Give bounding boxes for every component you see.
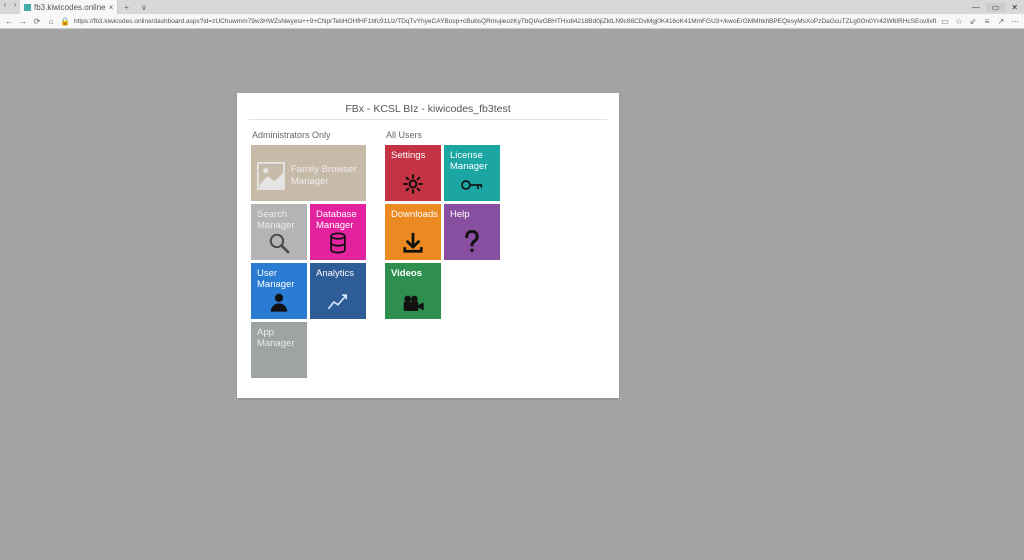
tile-analytics[interactable]: Analytics [310,263,366,319]
tile-settings[interactable]: Settings [385,145,441,201]
tile-label: User Manager [257,268,303,291]
tab-next[interactable]: › [10,0,20,14]
database-icon [310,232,366,254]
person-icon [251,291,307,313]
download-icon [385,232,441,254]
admin-heading: Administrators Only [252,130,371,140]
dashboard-panel: FBx - KCSL BIz - kiwicodes_fb3test Admin… [237,93,619,398]
users-column: All Users Settings License Manager Downl… [385,130,505,378]
tab-strip: ‹ › fb3.kiwicodes.online × + ∨ — ▭ ✕ [0,0,1024,14]
tile-label: Family Browser Manager [291,164,362,187]
favorites-icon[interactable]: ⇙ [968,17,978,26]
tile-user-manager[interactable]: User Manager [251,263,307,319]
magnifier-icon [251,232,307,254]
admin-column: Administrators Only Family Browser Manag… [251,130,371,378]
forward-button[interactable]: → [18,17,28,26]
tile-label: Database Manager [316,209,362,232]
analytics-icon [310,291,366,313]
gear-icon [385,173,441,195]
picture-icon [257,162,285,190]
tab-title: fb3.kiwicodes.online [34,3,106,12]
url-field[interactable]: https://fb3.kiwicodes.online/dashboard.a… [74,18,936,25]
browser-tab[interactable]: fb3.kiwicodes.online × [20,0,118,14]
refresh-button[interactable]: ⟳ [32,17,42,26]
tile-label: Help [450,209,496,220]
tile-label: License Manager [450,150,496,173]
tile-label: Downloads [391,209,437,220]
tile-search-manager[interactable]: Search Manager [251,204,307,260]
tile-label: Search Manager [257,209,303,232]
favicon-icon [24,4,31,11]
close-button[interactable]: ✕ [1005,3,1024,12]
tile-database-manager[interactable]: Database Manager [310,204,366,260]
tab-prev[interactable]: ‹ [0,0,10,14]
tile-license-manager[interactable]: License Manager [444,145,500,201]
maximize-button[interactable]: ▭ [986,3,1006,12]
tile-label: Analytics [316,268,362,279]
minimize-button[interactable]: — [966,3,986,12]
tab-close-icon[interactable]: × [109,3,114,12]
users-heading: All Users [386,130,505,140]
divider [249,119,607,120]
share-icon[interactable]: ↗ [996,17,1006,26]
more-icon[interactable]: ⋯ [1010,17,1020,26]
tile-help[interactable]: Help [444,204,500,260]
lock-icon: 🔒 [60,17,70,26]
tile-family-browser-manager[interactable]: Family Browser Manager [251,145,366,201]
tile-videos[interactable]: Videos [385,263,441,319]
reader-icon[interactable]: ▭ [940,17,950,26]
tab-menu[interactable]: ∨ [135,0,153,14]
key-icon [444,175,500,195]
tile-label: Videos [391,268,437,279]
tile-app-manager[interactable]: App Manager [251,322,307,378]
page-title: FBx - KCSL BIz - kiwicodes_fb3test [237,103,619,115]
browser-chrome: ‹ › fb3.kiwicodes.online × + ∨ — ▭ ✕ ← →… [0,0,1024,29]
tile-label: Settings [391,150,437,161]
question-icon [444,230,500,254]
star-icon[interactable]: ☆ [954,17,964,26]
home-button[interactable]: ⌂ [46,17,56,26]
tile-label: App Manager [257,327,303,350]
new-tab-button[interactable]: + [118,0,135,14]
hub-icon[interactable]: ≡ [982,17,992,26]
video-camera-icon [385,293,441,313]
address-bar: ← → ⟳ ⌂ 🔒 https://fb3.kiwicodes.online/d… [0,14,1024,28]
back-button[interactable]: ← [4,17,14,26]
tile-downloads[interactable]: Downloads [385,204,441,260]
